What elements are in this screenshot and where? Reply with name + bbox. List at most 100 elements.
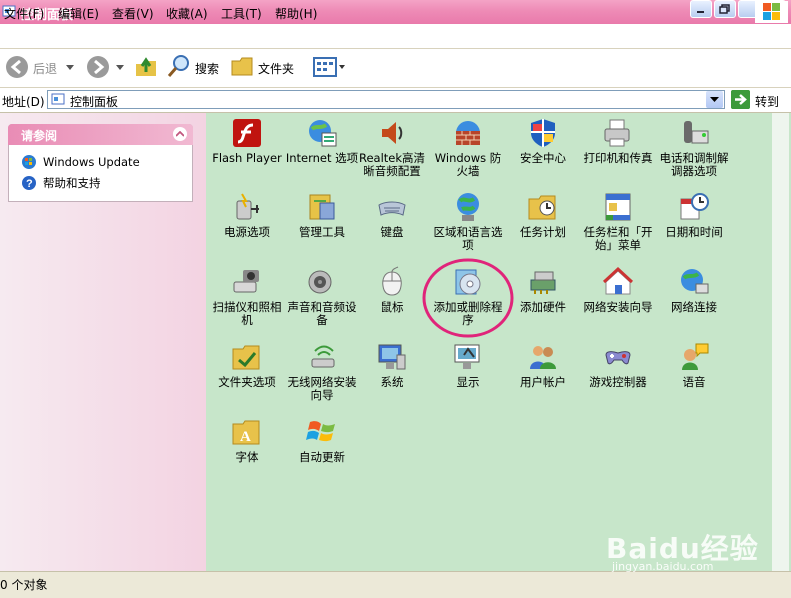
cp-item[interactable]: 区域和语言选项 <box>430 189 506 261</box>
search-icon[interactable] <box>167 54 191 78</box>
cp-item-label: 无线网络安装向导 <box>287 375 357 402</box>
forward-arrow-icon[interactable] <box>86 55 110 79</box>
cp-item-label: 电话和调制解调器选项 <box>659 151 729 178</box>
minimize-icon <box>697 11 704 13</box>
cp-item[interactable]: Flash Player <box>209 115 285 187</box>
menu-help[interactable]: 帮助(H) <box>275 5 317 22</box>
folder-icon[interactable] <box>231 55 255 77</box>
menu-tools[interactable]: 工具(T) <box>221 5 262 22</box>
cp-item[interactable]: 用户帐户 <box>505 339 581 411</box>
flash-icon <box>233 119 261 147</box>
cp-item-label: 管理工具 <box>299 225 345 239</box>
cp-item[interactable]: 系统 <box>354 339 430 411</box>
cp-item-label: Realtek高清晰音频配置 <box>358 151 426 178</box>
cp-item[interactable]: 鼠标 <box>354 264 430 336</box>
firewall-icon <box>456 121 480 145</box>
scanner-icon <box>233 270 259 293</box>
cp-item-label: 鼠标 <box>380 300 404 314</box>
cp-item[interactable]: 语音 <box>656 339 732 411</box>
cp-item[interactable]: 声音和音频设备 <box>284 264 360 336</box>
chevron-up-icon <box>176 131 184 137</box>
cp-item[interactable]: 电话和调制解调器选项 <box>656 115 732 187</box>
menu-favorites[interactable]: 收藏(A) <box>166 5 208 22</box>
add-hardware-icon <box>530 271 556 294</box>
cp-item[interactable]: 游戏控制器 <box>580 339 656 411</box>
cp-item[interactable]: 电源选项 <box>209 189 285 261</box>
maximize-button[interactable] <box>714 0 736 18</box>
mouse-icon <box>382 266 402 296</box>
up-folder-icon[interactable] <box>134 54 158 78</box>
cp-item[interactable]: 任务栏和「开始」菜单 <box>580 189 656 261</box>
cp-item[interactable]: 网络安装向导 <box>580 264 656 336</box>
auto-update-icon <box>306 421 335 442</box>
address-label: 地址(D) <box>2 95 45 109</box>
restore-icon <box>719 4 730 14</box>
cp-item-label: 电源选项 <box>224 225 270 239</box>
system-icon <box>378 344 406 370</box>
minimize-button[interactable] <box>690 0 712 18</box>
cp-item-label: 网络连接 <box>671 300 717 314</box>
cp-item[interactable]: 扫描仪和照相机 <box>209 264 285 336</box>
cp-item[interactable]: A 字体 <box>209 414 285 486</box>
highlight-circle <box>422 258 514 338</box>
windows-update-link[interactable]: Windows Update <box>43 155 140 169</box>
go-button-label[interactable]: 转到 <box>755 93 779 110</box>
sound-icon <box>308 270 332 294</box>
cp-item-label: 语音 <box>682 375 706 389</box>
help-support-link[interactable]: 帮助和支持 <box>43 175 101 191</box>
cp-item[interactable]: Internet 选项 <box>284 115 360 187</box>
cp-item[interactable]: 自动更新 <box>284 414 360 486</box>
status-text: 0 个对象 <box>0 578 48 592</box>
chevron-down-icon <box>710 96 719 102</box>
cp-item[interactable]: 安全中心 <box>505 115 581 187</box>
cp-item[interactable]: 网络连接 <box>656 264 732 336</box>
folders-button-label[interactable]: 文件夹 <box>258 60 294 77</box>
cp-item[interactable]: 无线网络安装向导 <box>284 339 360 411</box>
cp-item[interactable]: 日期和时间 <box>656 189 732 261</box>
back-button-label[interactable]: 后退 <box>33 60 57 77</box>
network-setup-icon <box>602 266 634 295</box>
cp-item-label: 打印机和传真 <box>583 151 653 165</box>
cp-item-label: 字体 <box>235 450 259 464</box>
scrollbar[interactable] <box>772 113 789 571</box>
power-icon <box>236 193 259 220</box>
search-button-label[interactable]: 搜索 <box>195 60 219 77</box>
address-dropdown-button[interactable] <box>706 91 723 108</box>
cp-item-label: 游戏控制器 <box>589 375 647 389</box>
cp-item-label: 自动更新 <box>299 450 345 464</box>
cp-item[interactable]: 打印机和传真 <box>580 115 656 187</box>
forward-dropdown-icon[interactable] <box>116 65 124 71</box>
views-icon[interactable] <box>313 56 347 78</box>
cp-item[interactable]: 任务计划 <box>505 189 581 261</box>
cp-item[interactable]: Realtek高清晰音频配置 <box>354 115 430 187</box>
back-dropdown-icon[interactable] <box>66 65 74 71</box>
watermark-url: jingyan.baidu.com <box>612 560 714 573</box>
folder-options-icon <box>232 345 260 370</box>
go-arrow-icon[interactable] <box>731 90 750 109</box>
realtek-audio-icon <box>382 122 403 144</box>
wireless-setup-icon <box>311 345 335 368</box>
keyboard-icon <box>378 201 406 216</box>
menu-edit[interactable]: 编辑(E) <box>58 5 99 22</box>
cp-item[interactable]: 文件夹选项 <box>209 339 285 411</box>
menu-file[interactable]: 文件(F) <box>4 5 44 22</box>
display-icon <box>454 344 480 369</box>
cp-item-label: Windows 防火墙 <box>434 151 502 178</box>
svg-text:?: ? <box>26 178 33 190</box>
collapse-button[interactable] <box>173 127 187 141</box>
cp-item-label: 添加硬件 <box>520 300 566 314</box>
back-arrow-icon[interactable] <box>5 55 29 79</box>
cp-item[interactable]: 键盘 <box>354 189 430 261</box>
cp-item-label: 系统 <box>380 375 404 389</box>
see-also-title: 请参阅 <box>21 129 58 143</box>
status-bar <box>0 571 791 598</box>
help-icon: ? <box>22 176 36 190</box>
printer-icon <box>604 119 630 147</box>
svg-text:A: A <box>240 429 251 445</box>
cp-item[interactable]: 添加硬件 <box>505 264 581 336</box>
menu-view[interactable]: 查看(V) <box>112 5 154 22</box>
cp-item[interactable]: 显示 <box>430 339 506 411</box>
cp-item[interactable]: 管理工具 <box>284 189 360 261</box>
address-input[interactable] <box>47 90 725 109</box>
cp-item[interactable]: Windows 防火墙 <box>430 115 506 187</box>
